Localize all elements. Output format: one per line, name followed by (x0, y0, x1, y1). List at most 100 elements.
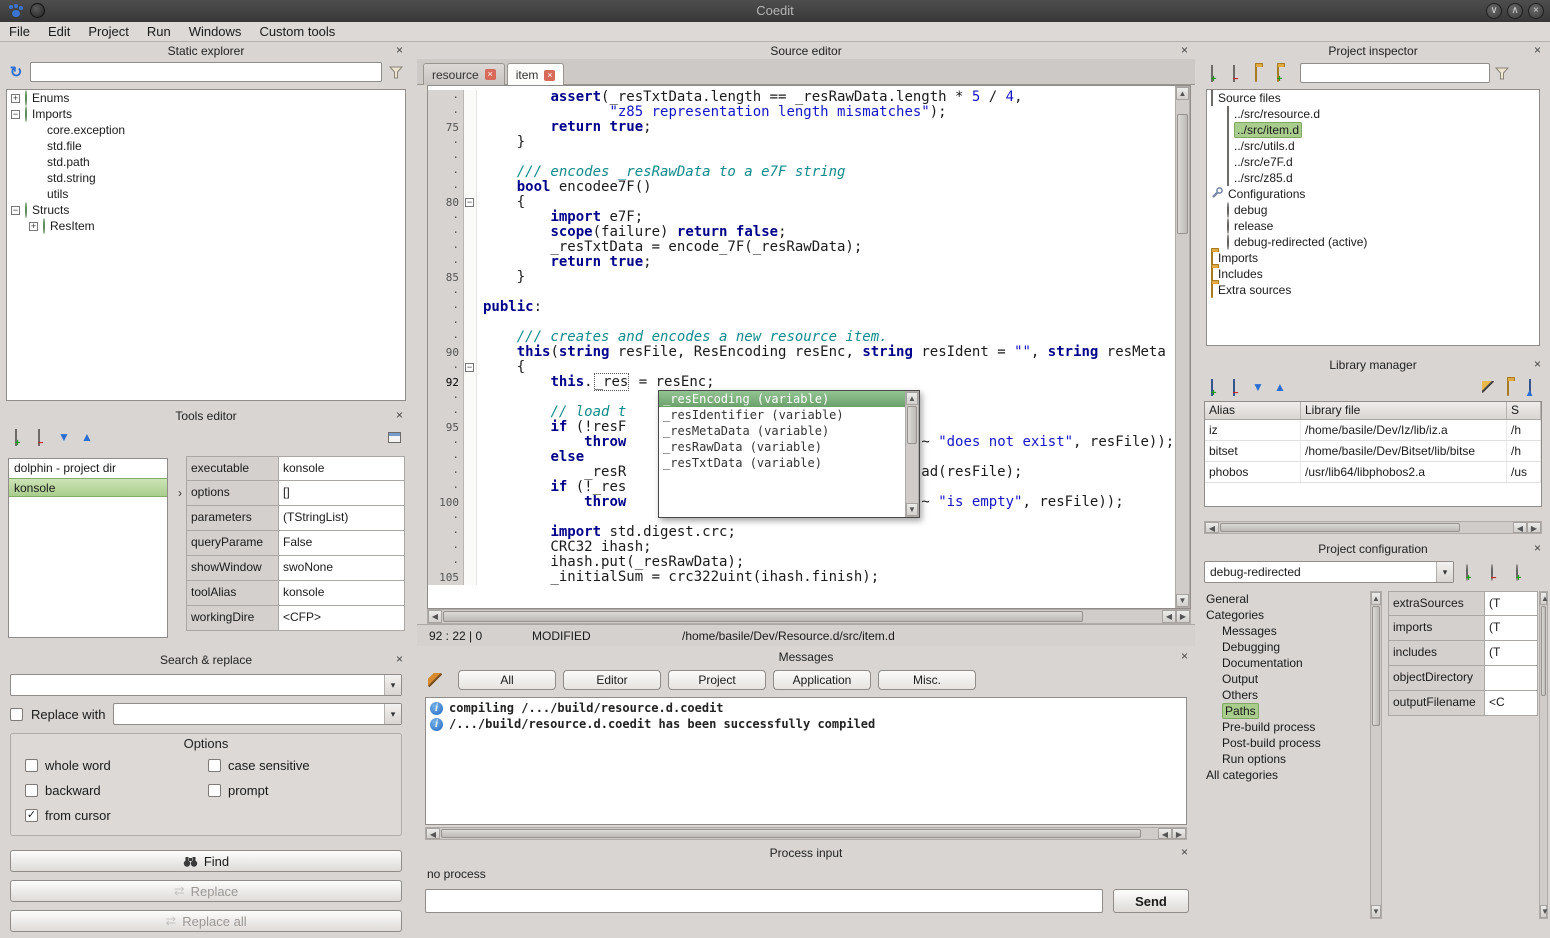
add-tool-button[interactable]: + (8, 427, 28, 447)
project-item-src-item-d[interactable]: ../src/item.d (1207, 122, 1539, 138)
code-line[interactable]: · return true; (428, 255, 1175, 270)
code-line[interactable]: 90 this(string resFile, ResEncoding resE… (428, 345, 1175, 360)
code-line[interactable]: · bool encodee7F() (428, 180, 1175, 195)
code-line[interactable]: 80− { (428, 195, 1175, 210)
completion-scrollbar[interactable]: ▲ ▼ (905, 391, 919, 517)
editor-horizontal-scrollbar[interactable]: ◀ ◀ ▶ (427, 609, 1191, 624)
send-button[interactable]: Send (1113, 889, 1189, 913)
move-library-down-button[interactable]: ▼ (1248, 377, 1268, 397)
replace-with-checkbox[interactable] (10, 708, 23, 721)
refresh-button[interactable]: ↻ (6, 62, 26, 82)
move-library-up-button[interactable]: ▲ (1270, 377, 1290, 397)
category-all-categories[interactable]: All categories (1202, 767, 1366, 783)
category-others[interactable]: Others (1202, 687, 1366, 703)
properties-grid-scrollbar[interactable]: ▲ ▼ (1539, 591, 1548, 919)
code-line[interactable]: · (428, 150, 1175, 165)
tool-property-value[interactable]: (TStringList) (278, 506, 405, 531)
code-line[interactable]: ·public: (428, 300, 1175, 315)
close-panel-icon[interactable]: × (1531, 358, 1544, 371)
code-line[interactable]: · (428, 285, 1175, 300)
scrollbar-thumb[interactable] (1541, 606, 1546, 696)
completion-item[interactable]: _resIdentifier (variable) (659, 407, 905, 423)
remove-configuration-button[interactable]: − (1484, 562, 1504, 582)
scrollbar-thumb[interactable] (1177, 114, 1188, 234)
tool-property-value[interactable]: [] (278, 481, 405, 506)
dropdown-arrow-icon[interactable]: ▾ (384, 704, 401, 724)
scroll-down-icon[interactable]: ▼ (1371, 905, 1381, 918)
close-panel-icon[interactable]: × (1178, 44, 1191, 57)
register-library-button[interactable]: ▲ (1522, 377, 1542, 397)
message-row[interactable]: icompiling /.../build/resource.d.coedit (426, 700, 1186, 716)
option-prompt[interactable]: prompt (208, 783, 387, 798)
code-line[interactable]: · ihash.put(_resRawData); (428, 555, 1175, 570)
tool-property-value[interactable]: <CFP> (278, 606, 405, 631)
replace-all-button[interactable]: ⇄ Replace all (10, 910, 402, 932)
scroll-up-icon[interactable]: ▲ (1540, 592, 1547, 605)
tab-item[interactable]: item× (507, 63, 565, 86)
scroll-up-icon[interactable]: ▲ (1176, 87, 1189, 100)
search-combo[interactable]: ▾ (10, 674, 402, 696)
messages-horizontal-scrollbar[interactable]: ◀ ◀ ▶ (425, 827, 1187, 840)
filter-editor[interactable]: Editor (563, 670, 661, 690)
category-pre-build-process[interactable]: Pre-build process (1202, 719, 1366, 735)
whole-word-checkbox[interactable] (25, 759, 38, 772)
scroll-down-icon[interactable]: ▼ (1540, 905, 1547, 918)
symbol-enums[interactable]: +Enums (7, 90, 405, 106)
code-line[interactable]: 85 } (428, 270, 1175, 285)
project-item-debug[interactable]: debug (1207, 202, 1539, 218)
remove-tool-button[interactable]: − (31, 427, 51, 447)
remove-library-button[interactable]: − (1226, 377, 1246, 397)
add-source-button[interactable]: + (1204, 63, 1224, 83)
scroll-left-icon[interactable]: ◀ (428, 610, 442, 623)
configuration-select[interactable]: debug-redirected ▾ (1204, 561, 1454, 583)
scroll-left-icon[interactable]: ◀ (1513, 522, 1527, 533)
clone-configuration-button[interactable]: + (1509, 562, 1529, 582)
fold-collapse-icon[interactable]: − (465, 198, 474, 207)
expand-plus-icon[interactable]: + (11, 94, 20, 103)
symbol-core-exception[interactable]: core.exception (7, 122, 405, 138)
scrollbar-thumb[interactable] (441, 829, 1141, 838)
library-row-iz[interactable]: iz/home/basile/Dev/Iz/lib/iz.a/h (1205, 420, 1541, 441)
code-line[interactable]: · CRC32 ihash; (428, 540, 1175, 555)
menu-windows[interactable]: Windows (180, 22, 251, 41)
symbol-std-path[interactable]: std.path (7, 154, 405, 170)
edit-library-button[interactable] (1478, 377, 1498, 397)
from-cursor-checkbox[interactable]: ✓ (25, 809, 38, 822)
config-property-value[interactable]: (T (1484, 591, 1538, 616)
add-folder-sources-button[interactable]: + (1270, 63, 1290, 83)
symbol-structs[interactable]: −Structs (7, 202, 405, 218)
category-post-build-process[interactable]: Post-build process (1202, 735, 1366, 751)
library-row-bitset[interactable]: bitset/home/basile/Dev/Bitset/lib/bitse/… (1205, 441, 1541, 462)
run-tool-button[interactable] (384, 427, 404, 447)
dropdown-arrow-icon[interactable]: ▾ (384, 675, 401, 695)
code-line[interactable]: 105 _initialSum = crc322uint(ihash.finis… (428, 570, 1175, 585)
close-panel-icon[interactable]: × (393, 653, 406, 666)
close-window-button[interactable]: × (1528, 3, 1544, 19)
add-library-button[interactable]: + (1204, 377, 1224, 397)
code-line[interactable]: · (428, 315, 1175, 330)
category-messages[interactable]: Messages (1202, 623, 1366, 639)
filter-all[interactable]: All (458, 670, 556, 690)
scroll-left-icon[interactable]: ◀ (426, 828, 440, 839)
tool-property-value[interactable]: konsole (278, 581, 405, 606)
project-item-imports[interactable]: Imports (1207, 250, 1539, 266)
symbol-resitem[interactable]: +ResItem (7, 218, 405, 234)
project-item-includes[interactable]: Includes (1207, 266, 1539, 282)
close-panel-icon[interactable]: × (1178, 846, 1191, 859)
library-horizontal-scrollbar[interactable]: ◀ ◀ ▶ (1204, 521, 1542, 534)
process-input-field[interactable] (425, 889, 1103, 913)
inspector-filter-input[interactable] (1300, 63, 1490, 83)
move-tool-down-button[interactable]: ▼ (54, 427, 74, 447)
collapse-minus-icon[interactable]: − (11, 206, 20, 215)
completion-item[interactable]: _resRawData (variable) (659, 439, 905, 455)
code-area[interactable]: · assert(_resTxtData.length == _resRawDa… (428, 86, 1175, 608)
replace-combo[interactable]: ▾ (113, 703, 402, 725)
project-item-release[interactable]: release (1207, 218, 1539, 234)
symbol-utils[interactable]: utils (7, 186, 405, 202)
move-tool-up-button[interactable]: ▲ (77, 427, 97, 447)
maximize-button[interactable]: ∧ (1507, 3, 1523, 19)
filter-button[interactable] (386, 62, 406, 82)
replace-button[interactable]: ⇄ Replace (10, 880, 402, 902)
option-from-cursor[interactable]: ✓from cursor (25, 808, 204, 823)
find-button[interactable]: Find (10, 850, 402, 872)
